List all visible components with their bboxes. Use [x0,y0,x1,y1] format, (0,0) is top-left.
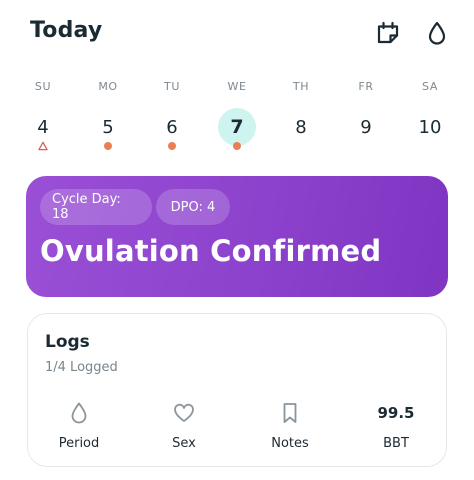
logs-progress: 1/4 Logged [45,360,118,375]
drop-icon [37,398,121,428]
day-number: 8 [295,116,307,138]
day-label: FR [358,80,374,93]
logs-card: Logs 1/4 Logged Period Sex Notes 99.5 BB… [27,313,447,467]
day-monday[interactable]: MO 5 [78,78,138,156]
dot-marker [232,141,242,151]
calendar-edit-icon[interactable] [374,19,402,47]
heart-icon [142,398,226,428]
status-title: Ovulation Confirmed [40,234,382,268]
day-label: TH [292,80,310,93]
log-notes-button[interactable]: Notes [248,398,332,458]
header: Today [0,0,474,66]
day-saturday[interactable]: SA 10 [400,78,460,156]
day-number-wrap: 8 [282,108,320,146]
day-label: TU [164,80,180,93]
week-strip: SU 4 MO 5 TU 6 WE 7 TH 8 FR 9 SA 10 [0,78,474,156]
drop-icon[interactable] [423,19,451,47]
bookmark-icon [248,398,332,428]
bbt-reading: 99.5 [377,404,415,422]
day-number: 7 [230,116,244,138]
day-number: 5 [102,116,114,138]
log-sex-button[interactable]: Sex [142,398,226,458]
day-number-wrap: 9 [347,108,385,146]
day-tuesday[interactable]: TU 6 [142,78,202,156]
day-number: 9 [360,116,372,138]
day-friday[interactable]: FR 9 [336,78,396,156]
day-thursday[interactable]: TH 8 [271,78,331,156]
day-number: 4 [37,116,49,138]
log-period-button[interactable]: Period [37,398,121,458]
log-label: Sex [172,436,196,451]
day-label: MO [98,80,118,93]
triangle-icon [38,141,48,151]
cycle-day-badge: Cycle Day: 18 [40,189,152,225]
dot-marker [103,141,113,151]
day-wednesday[interactable]: WE 7 [207,78,267,156]
log-label: BBT [383,436,409,451]
day-number: 10 [418,116,442,138]
bbt-value: 99.5 [354,398,438,428]
day-label: SA [422,80,438,93]
log-label: Period [58,436,100,451]
day-number: 6 [166,116,178,138]
day-label: WE [227,80,247,93]
cycle-status-banner[interactable]: Cycle Day: 18 DPO: 4 Ovulation Confirmed [26,176,448,297]
day-label: SU [34,80,52,93]
day-number-wrap: 10 [411,108,449,146]
day-sunday[interactable]: SU 4 [13,78,73,156]
page-title: Today [30,18,103,43]
log-label: Notes [271,436,309,451]
logs-title: Logs [45,332,90,352]
log-bbt-button[interactable]: 99.5 BBT [354,398,438,458]
dpo-badge: DPO: 4 [156,189,230,225]
dot-marker [167,141,177,151]
